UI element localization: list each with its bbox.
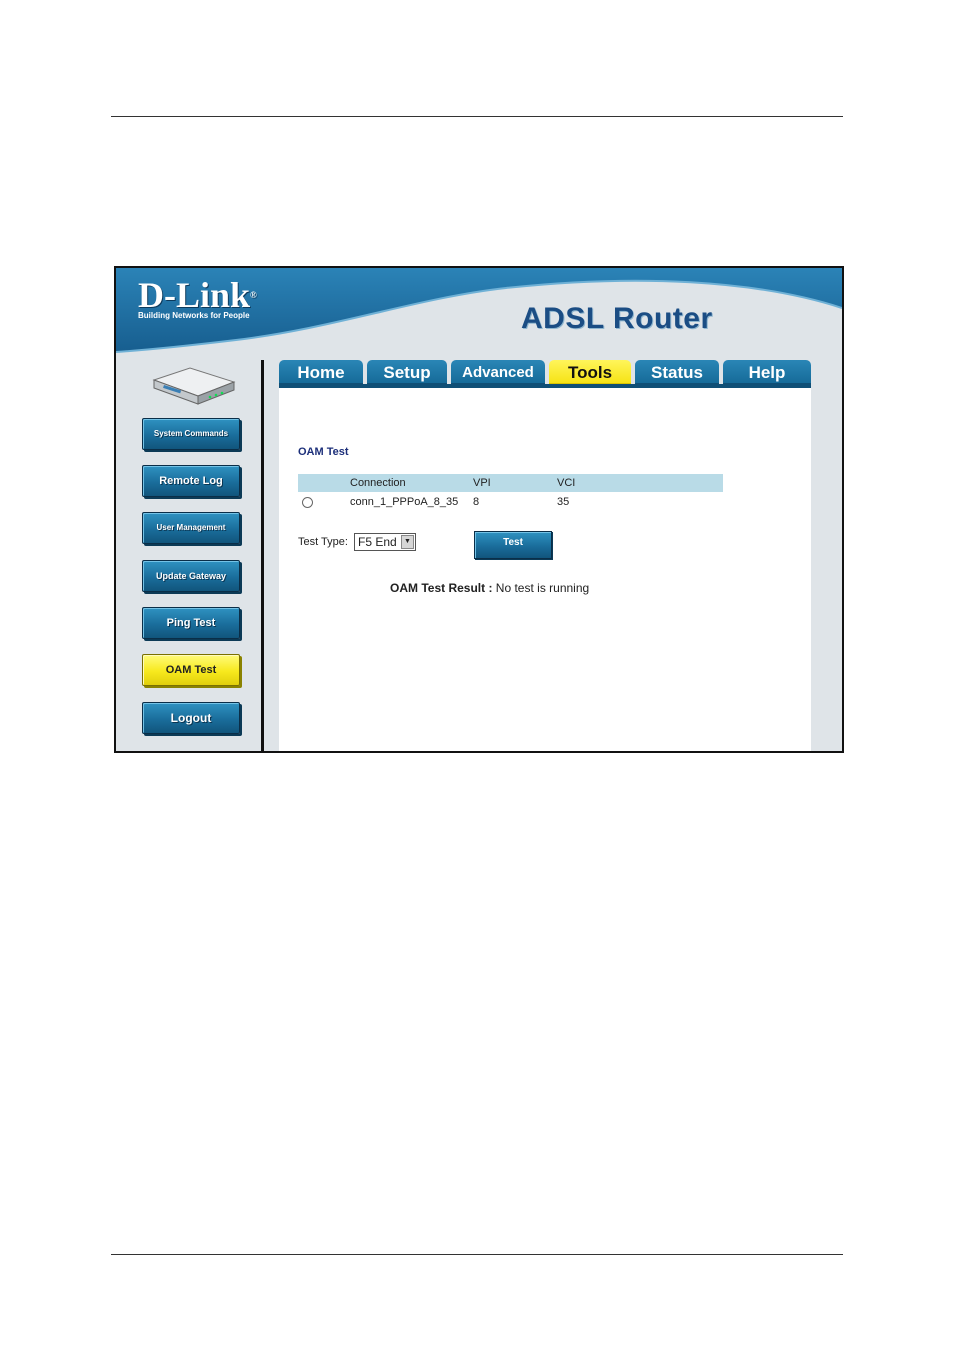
- row-vci: 35: [557, 496, 570, 508]
- page-title: OAM Test: [298, 446, 349, 458]
- row-select-cell: [298, 492, 350, 512]
- table-header-select: [298, 474, 350, 492]
- tab-help[interactable]: Help: [723, 360, 811, 386]
- row-connection: conn_1_PPPoA_8_35: [350, 496, 459, 508]
- table-header-row: Connection VPI VCI: [298, 474, 723, 492]
- router-screenshot: D-Link® Building Networks for People ADS…: [114, 266, 844, 753]
- sidebar-item-oam-test[interactable]: OAM Test: [142, 654, 240, 686]
- router-device-icon: [152, 367, 236, 405]
- test-type-label: Test Type:: [298, 535, 348, 548]
- tab-advanced[interactable]: Advanced: [451, 360, 545, 386]
- sidebar-divider: [261, 360, 264, 751]
- connection-radio[interactable]: [302, 496, 313, 508]
- tab-setup[interactable]: Setup: [367, 360, 447, 386]
- test-type-select[interactable]: F5 End ▼: [354, 533, 416, 551]
- sidebar-item-ping-test[interactable]: Ping Test: [142, 607, 240, 639]
- table-header-vpi: VPI: [473, 474, 557, 492]
- content-panel: OAM Test Connection VPI VCI conn_1_PPPoA…: [279, 388, 811, 751]
- sidebar-item-logout[interactable]: Logout: [142, 702, 240, 734]
- connection-table: Connection VPI VCI conn_1_PPPoA_8_35 8 3…: [298, 474, 723, 512]
- table-row: conn_1_PPPoA_8_35 8 35: [298, 492, 723, 512]
- table-header-vci: VCI: [557, 474, 723, 492]
- main-tabs: Home Setup Advanced Tools Status Help: [279, 360, 811, 386]
- tab-home[interactable]: Home: [279, 360, 363, 386]
- tab-status[interactable]: Status: [635, 360, 719, 386]
- top-rule: [111, 116, 843, 117]
- sidebar-item-system-commands[interactable]: System Commands: [142, 418, 240, 450]
- test-type-value: F5 End: [358, 535, 397, 549]
- logo-brand: D-Link: [138, 275, 251, 315]
- row-vpi: 8: [473, 496, 480, 508]
- dropdown-arrow-icon[interactable]: ▼: [401, 535, 414, 549]
- bottom-rule: [111, 1254, 843, 1255]
- sidebar-item-remote-log[interactable]: Remote Log: [142, 465, 240, 497]
- dlink-logo: D-Link® Building Networks for People: [138, 276, 257, 320]
- tab-tools[interactable]: Tools: [549, 360, 631, 386]
- logo-registered: ®: [250, 290, 257, 300]
- sidebar-item-user-management[interactable]: User Management: [142, 512, 240, 544]
- logo-tagline: Building Networks for People: [138, 311, 250, 320]
- header-banner: D-Link® Building Networks for People ADS…: [116, 268, 842, 360]
- test-button[interactable]: Test: [474, 531, 552, 559]
- test-type-row: Test Type: F5 End ▼: [298, 533, 416, 551]
- result-label: OAM Test Result :: [390, 581, 493, 595]
- product-title: ADSL Router: [521, 302, 713, 335]
- result-value: No test is running: [495, 581, 590, 595]
- oam-test-result: OAM Test Result : No test is running: [390, 581, 589, 595]
- table-header-connection: Connection: [350, 474, 473, 492]
- sidebar-item-update-gateway[interactable]: Update Gateway: [142, 560, 240, 592]
